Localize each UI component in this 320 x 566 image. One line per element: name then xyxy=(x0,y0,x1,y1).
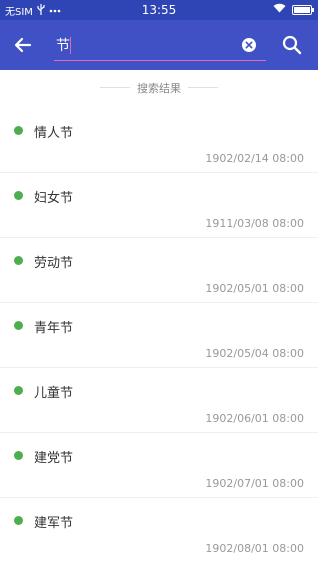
search-box xyxy=(54,32,266,61)
item-date: 1902/05/04 08:00 xyxy=(205,347,304,360)
results-list: 情人节 1902/02/14 08:00 妇女节 1911/03/08 08:0… xyxy=(0,108,318,563)
list-item[interactable]: 妇女节 1911/03/08 08:00 xyxy=(0,173,318,238)
item-title: 建党节 xyxy=(34,451,74,466)
search-icon xyxy=(282,35,302,55)
list-item[interactable]: 青年节 1902/05/04 08:00 xyxy=(0,303,318,368)
back-arrow-icon xyxy=(14,37,32,53)
status-dot xyxy=(14,386,23,395)
divider-right xyxy=(188,87,218,88)
list-item[interactable]: 劳动节 1902/05/01 08:00 xyxy=(0,238,318,303)
search-button[interactable] xyxy=(280,33,304,57)
list-item[interactable]: 建军节 1902/08/01 08:00 xyxy=(0,498,318,563)
results-section-header: 搜索结果 xyxy=(0,74,318,102)
item-date: 1902/08/01 08:00 xyxy=(205,542,304,555)
item-date: 1902/06/01 08:00 xyxy=(205,412,304,425)
status-time: 13:55 xyxy=(141,3,177,17)
list-item[interactable]: 建党节 1902/07/01 08:00 xyxy=(0,433,318,498)
item-date: 1902/05/01 08:00 xyxy=(205,282,304,295)
status-dot xyxy=(14,191,23,200)
back-button[interactable] xyxy=(10,32,36,58)
text-caret xyxy=(70,37,71,54)
status-dot xyxy=(14,516,23,525)
status-right xyxy=(273,3,314,16)
clear-search-button[interactable] xyxy=(240,36,258,54)
status-bar: 无SIM 13:55 xyxy=(0,0,318,20)
item-title: 儿童节 xyxy=(34,386,74,401)
list-item[interactable]: 儿童节 1902/06/01 08:00 xyxy=(0,368,318,433)
battery-icon xyxy=(292,4,314,15)
status-dot xyxy=(14,126,23,135)
item-date: 1911/03/08 08:00 xyxy=(205,217,304,230)
item-title: 劳动节 xyxy=(34,256,74,271)
item-title: 青年节 xyxy=(34,321,74,336)
status-dot xyxy=(14,321,23,330)
wifi-icon xyxy=(273,3,286,16)
status-dot xyxy=(14,256,23,265)
item-title: 妇女节 xyxy=(34,191,74,206)
item-title: 建军节 xyxy=(34,516,74,531)
app-bar xyxy=(0,20,318,70)
search-input[interactable] xyxy=(54,32,236,58)
item-date: 1902/02/14 08:00 xyxy=(205,152,304,165)
status-dot xyxy=(14,451,23,460)
results-section-label: 搜索结果 xyxy=(137,82,181,95)
list-item[interactable]: 情人节 1902/02/14 08:00 xyxy=(0,108,318,173)
clear-icon xyxy=(242,38,256,52)
item-date: 1902/07/01 08:00 xyxy=(205,477,304,490)
item-title: 情人节 xyxy=(34,126,74,141)
